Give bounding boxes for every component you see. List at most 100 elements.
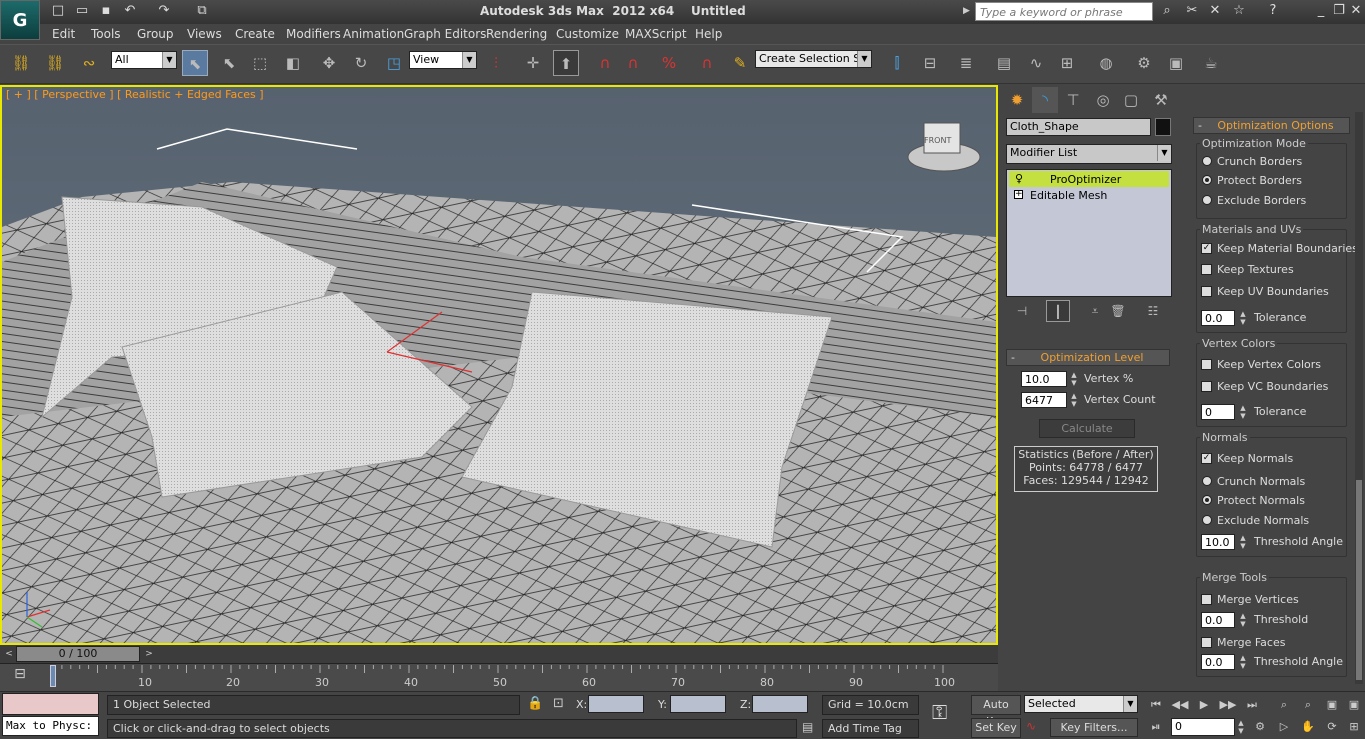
keep-material-boundaries-checkbox[interactable]: ✓ [1201, 243, 1212, 254]
keyboard-shortcut-override-icon[interactable]: ⬆ [553, 50, 579, 76]
keep-normals-checkbox[interactable]: ✓ [1201, 453, 1212, 464]
x-coordinate-field[interactable] [588, 695, 644, 713]
graphite-ribbon-icon[interactable]: ▤ [991, 50, 1017, 76]
menu-create[interactable]: Create [235, 27, 275, 41]
stack-item-editable-mesh[interactable]: Editable Mesh [1030, 189, 1107, 202]
spinner-snap-icon[interactable]: ∩ [694, 50, 720, 76]
configure-sets-icon[interactable]: ☷ [1141, 300, 1165, 322]
next-key-icon[interactable]: ▶▶ [1218, 696, 1238, 714]
key-icon[interactable]: ⚿ [932, 700, 947, 724]
current-frame-field[interactable]: 0 [1171, 718, 1235, 736]
y-coordinate-field[interactable] [670, 695, 726, 713]
scrollbar-thumb[interactable] [1356, 480, 1362, 680]
menu-views[interactable]: Views [187, 27, 222, 41]
unlink-icon[interactable]: ⛓ [42, 50, 68, 76]
lock-icon[interactable]: 🔒 [527, 696, 543, 711]
rectangular-selection-icon[interactable]: ⬚ [247, 50, 273, 76]
mirror-icon[interactable]: ⫿ [884, 50, 910, 76]
align-icon[interactable]: ⊟ [917, 50, 943, 76]
play-icon[interactable]: ▶ [1194, 696, 1214, 714]
make-unique-icon[interactable]: ⩡ [1083, 300, 1107, 322]
field-of-view-icon[interactable]: ▷ [1274, 718, 1294, 736]
search-expand-icon[interactable]: ▶ [963, 6, 970, 16]
protect-borders-radio[interactable] [1202, 175, 1212, 185]
move-icon[interactable]: ✥ [316, 50, 342, 76]
zoom-icon[interactable]: ⌕ [1274, 696, 1294, 714]
set-key-button[interactable]: Set Key [971, 718, 1021, 738]
selection-filter-dropdown[interactable]: All ▼ [111, 51, 177, 69]
close-icon[interactable]: ✕ [1347, 3, 1365, 21]
menu-modifiers[interactable]: Modifiers [286, 27, 341, 41]
rendered-frame-window-icon[interactable]: ▣ [1163, 50, 1189, 76]
motion-icon[interactable]: ◎ [1090, 87, 1116, 113]
key-mode-toggle-icon[interactable]: ⏯ [1146, 718, 1166, 736]
undo-icon[interactable]: ↶ [122, 3, 138, 19]
vertex-percent-spinner[interactable]: 10.0 [1021, 371, 1067, 387]
vc-tolerance-spinner[interactable]: 0 [1201, 404, 1235, 420]
materials-tolerance-spinner[interactable]: 0.0 [1201, 310, 1235, 326]
spinner-arrows-icon[interactable]: ▲ ▼ [1239, 534, 1247, 550]
keep-uv-boundaries-checkbox[interactable] [1201, 286, 1212, 297]
go-to-start-icon[interactable]: ⏮ [1146, 696, 1166, 714]
exclude-borders-radio[interactable] [1202, 195, 1212, 205]
new-icon[interactable]: □ [50, 3, 66, 19]
previous-frame-icon[interactable]: < [2, 646, 16, 662]
select-manipulate-icon[interactable]: ✛ [520, 50, 546, 76]
menu-animation[interactable]: Animation [343, 27, 404, 41]
menu-graph-editors[interactable]: Graph Editors [404, 27, 486, 41]
reference-coordinate-dropdown[interactable]: View ▼ [409, 51, 477, 69]
time-configuration-icon[interactable]: ⚙ [1250, 718, 1270, 736]
hierarchy-icon[interactable]: ⊤ [1060, 87, 1086, 113]
maxscript-mini-listener-top[interactable] [2, 693, 99, 715]
threshold-angle-spinner[interactable]: 10.0 [1201, 534, 1235, 550]
material-editor-icon[interactable]: ◍ [1093, 50, 1119, 76]
rotate-icon[interactable]: ↻ [348, 50, 374, 76]
viewport-label[interactable]: [ + ] [ Perspective ] [ Realistic + Edge… [6, 88, 264, 101]
menu-group[interactable]: Group [137, 27, 174, 41]
time-tag-icon[interactable]: ▤ [802, 720, 813, 734]
spinner-arrows-icon[interactable]: ▲ ▼ [1239, 310, 1247, 326]
redo-icon[interactable]: ↷ [156, 3, 172, 19]
project-icon[interactable]: ⧉ [194, 3, 210, 19]
select-object-icon[interactable]: ⬉ [182, 50, 208, 76]
select-by-name-icon[interactable]: ⬉ [216, 50, 242, 76]
mini-curve-editor-icon[interactable]: ⊟ [6, 666, 34, 688]
spinner-arrows-icon[interactable]: ▲ ▼ [1239, 612, 1247, 628]
schematic-view-icon[interactable]: ⊞ [1054, 50, 1080, 76]
zoom-extents-all-icon[interactable]: ▣ [1344, 696, 1364, 714]
create-icon[interactable]: ✹ [1004, 87, 1030, 113]
render-setup-icon[interactable]: ⚙ [1131, 50, 1157, 76]
orbit-icon[interactable]: ⟳ [1322, 718, 1342, 736]
go-to-end-icon[interactable]: ⏭ [1242, 696, 1262, 714]
key-mode-dropdown[interactable]: Selected ▼ [1024, 695, 1138, 713]
keep-vertex-colors-checkbox[interactable] [1201, 359, 1212, 370]
spinner-arrows-icon[interactable]: ▲ ▼ [1239, 404, 1247, 420]
maximize-viewport-icon[interactable]: ⊞ [1344, 718, 1364, 736]
optimization-options-rollout-title[interactable]: - Optimization Options [1193, 117, 1350, 134]
scale-icon[interactable]: ◳ [381, 50, 407, 76]
merge-vertices-checkbox[interactable] [1201, 594, 1212, 605]
bind-to-space-warp-icon[interactable]: ∾ [76, 50, 102, 76]
edit-named-selection-icon[interactable]: ✎ [727, 50, 753, 76]
set-key-icon[interactable]: ∿ [1026, 719, 1036, 733]
help-icon[interactable]: ? [1264, 3, 1282, 21]
zoom-extents-icon[interactable]: ▣ [1322, 696, 1342, 714]
restore-icon[interactable]: ❐ [1330, 3, 1348, 21]
remove-modifier-icon[interactable]: 🗑 [1106, 300, 1130, 322]
maxscript-mini-listener[interactable]: Max to Physc: [2, 716, 99, 736]
spinner-arrows-icon[interactable]: ▲ ▼ [1239, 654, 1247, 670]
angle-snap-icon[interactable]: ∩ [620, 50, 646, 76]
next-frame-icon[interactable]: > [142, 646, 156, 662]
tools-icon[interactable]: ✂ [1183, 3, 1201, 21]
object-color-swatch[interactable] [1155, 118, 1171, 136]
open-icon[interactable]: ▭ [74, 3, 90, 19]
expand-icon[interactable]: + [1014, 190, 1023, 199]
snaps-toggle-icon[interactable]: ∩ [592, 50, 618, 76]
app-logo-button[interactable]: G [0, 0, 40, 40]
absolute-mode-icon[interactable]: ⊡ [553, 696, 564, 711]
track-frame-marker[interactable] [50, 665, 56, 687]
previous-key-icon[interactable]: ◀◀ [1170, 696, 1190, 714]
spinner-arrows-icon[interactable]: ▲ ▼ [1070, 371, 1078, 387]
window-crossing-icon[interactable]: ◧ [280, 50, 306, 76]
menu-maxscript[interactable]: MAXScript [625, 27, 687, 41]
